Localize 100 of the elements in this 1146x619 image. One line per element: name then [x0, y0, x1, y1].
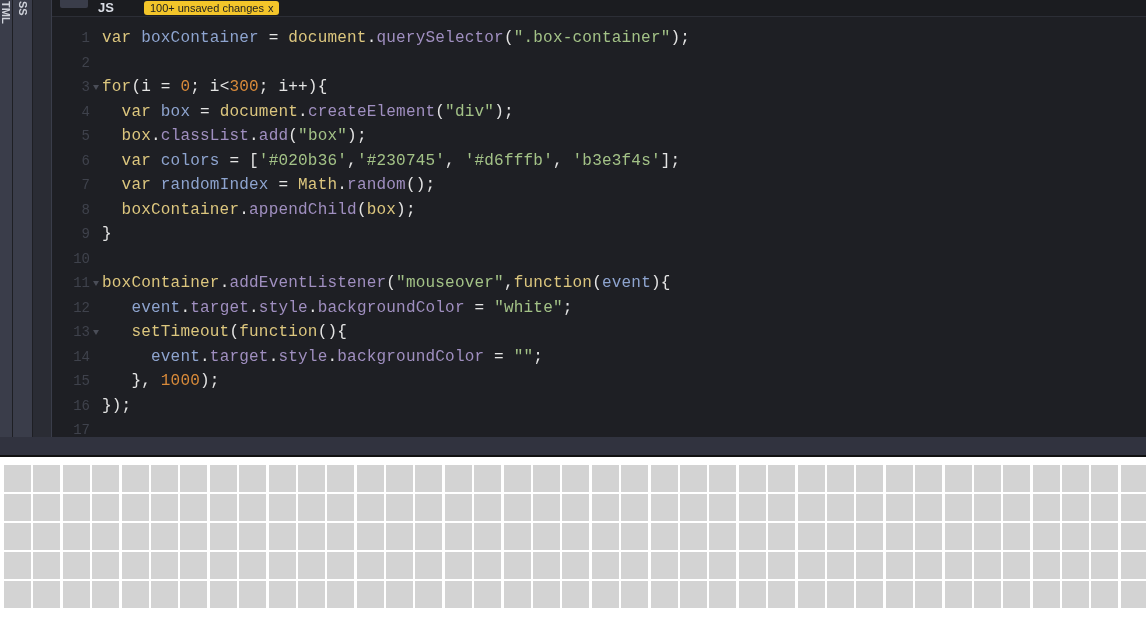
grid-box — [121, 494, 149, 521]
grid-box — [150, 552, 178, 579]
grid-box — [4, 494, 31, 521]
grid-box — [327, 523, 355, 550]
grid-box — [1032, 552, 1060, 579]
grid-box — [621, 552, 649, 579]
grid-box — [768, 465, 796, 492]
grid-box — [1120, 494, 1146, 521]
grid-box — [856, 494, 884, 521]
grid-box — [738, 523, 766, 550]
grid-box — [150, 465, 178, 492]
grid-box — [621, 494, 649, 521]
grid-box — [915, 552, 943, 579]
grid-box — [4, 523, 31, 550]
code-line: var colors = ['#020b36','#230745', '#d6fffb', 'b3e3f4s']; — [120, 150, 681, 172]
fold-arrow-icon[interactable] — [93, 84, 99, 90]
side-tab[interactable]: SS — [13, 0, 33, 437]
grid-box — [239, 465, 267, 492]
grid-box — [327, 581, 355, 608]
grid-box — [444, 523, 472, 550]
editor-tab[interactable]: JS — [98, 0, 114, 16]
grid-box — [533, 581, 561, 608]
code-line: var boxContainer = document.querySelector(".box-container"); — [102, 28, 691, 49]
grid-box — [680, 581, 707, 608]
grid-box — [621, 465, 649, 492]
grid-box — [415, 581, 443, 608]
unsaved-changes-badge[interactable]: 100+ unsaved changes x — [143, 1, 280, 15]
grid-box — [856, 552, 884, 579]
grid-box — [533, 465, 561, 492]
grid-box — [121, 581, 149, 608]
grid-box — [738, 552, 766, 579]
grid-box — [1120, 465, 1146, 492]
grid-box — [209, 552, 237, 579]
grid-box — [415, 523, 443, 550]
code-line: } — [102, 224, 112, 245]
grid-box — [33, 465, 61, 492]
code-line: boxContainer.addEventListener("mouseover",function(event){ — [102, 273, 671, 294]
grid-box — [680, 465, 707, 492]
grid-box — [1120, 552, 1146, 579]
grid-box — [797, 523, 825, 550]
grid-box — [180, 494, 208, 521]
grid-box — [797, 552, 825, 579]
grid-box — [885, 581, 913, 608]
resize-bar[interactable] — [0, 437, 1146, 457]
grid-box — [1032, 494, 1060, 521]
grid-box — [856, 581, 884, 608]
grid-box — [562, 552, 590, 579]
grid-box — [709, 581, 737, 608]
side-tab[interactable]: TML — [0, 0, 13, 437]
grid-box — [1062, 494, 1090, 521]
grid-box — [33, 581, 61, 608]
grid-box — [180, 523, 208, 550]
grid-box — [1062, 523, 1090, 550]
grid-box — [944, 552, 972, 579]
grid-box — [327, 494, 355, 521]
grid-box — [121, 465, 149, 492]
tab-handle[interactable] — [60, 0, 88, 8]
code-line: var randomIndex = Math.random(); — [120, 175, 436, 196]
grid-box — [503, 552, 531, 579]
grid-box — [209, 523, 237, 550]
grid-box — [738, 581, 766, 608]
fold-arrow-icon[interactable] — [93, 329, 99, 335]
grid-box — [268, 581, 296, 608]
grid-box — [327, 552, 355, 579]
grid-box — [650, 523, 678, 550]
grid-box — [415, 494, 443, 521]
grid-box — [92, 552, 120, 579]
grid-box — [180, 552, 208, 579]
grid-box — [973, 523, 1001, 550]
grid-box — [474, 552, 502, 579]
grid-box — [591, 523, 619, 550]
grid-box — [915, 494, 943, 521]
grid-box — [239, 523, 267, 550]
grid-box — [268, 494, 296, 521]
grid-box — [239, 494, 267, 521]
grid-box — [885, 494, 913, 521]
grid-box — [386, 465, 414, 492]
grid-box — [709, 494, 737, 521]
grid-box — [650, 581, 678, 608]
grid-box — [33, 494, 61, 521]
code-line: for(i = 0; i<300; i++){ — [102, 77, 328, 98]
grid-box — [797, 494, 825, 521]
grid-box — [4, 552, 31, 579]
grid-box — [92, 581, 120, 608]
grid-box — [533, 552, 561, 579]
grid-box — [386, 523, 414, 550]
grid-box — [1062, 465, 1090, 492]
grid-box — [356, 465, 384, 492]
grid-box — [474, 494, 502, 521]
grid-box — [1003, 523, 1031, 550]
grid-box — [444, 552, 472, 579]
grid-box — [356, 581, 384, 608]
grid-box — [1120, 581, 1146, 608]
grid-box — [62, 494, 90, 521]
grid-box — [62, 523, 90, 550]
grid-box — [268, 552, 296, 579]
grid-box — [562, 523, 590, 550]
fold-arrow-icon[interactable] — [93, 280, 99, 286]
grid-box — [1062, 581, 1090, 608]
grid-box — [768, 552, 796, 579]
